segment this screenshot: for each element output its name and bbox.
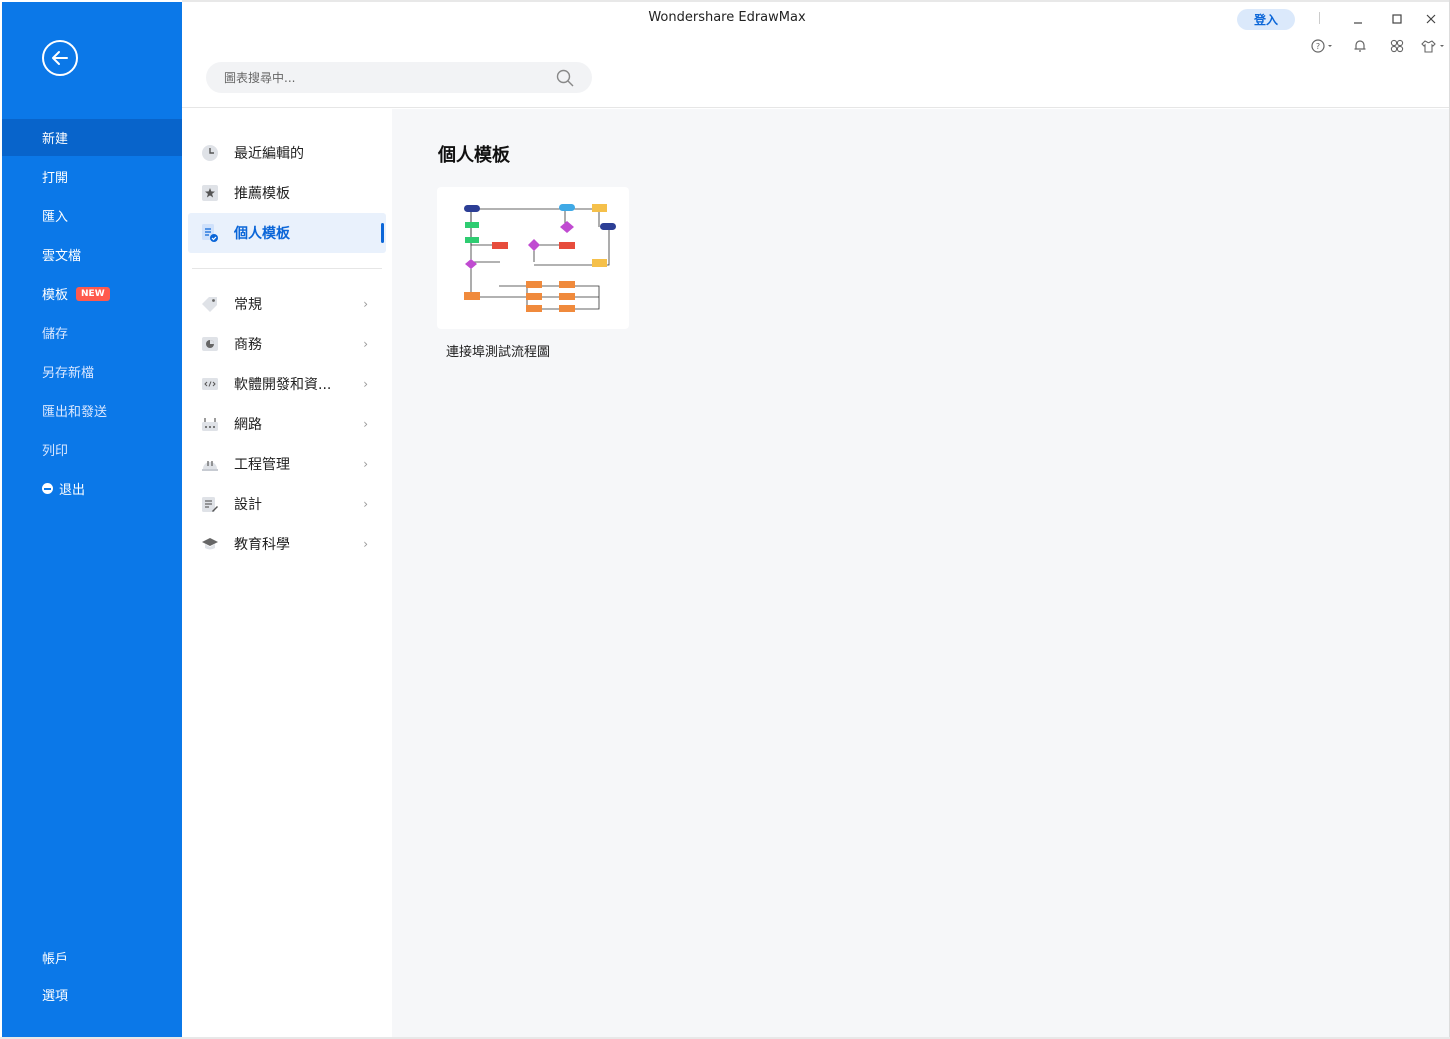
category-label: 個人模板 bbox=[234, 226, 290, 242]
category-label: 常規 bbox=[234, 297, 262, 313]
shirt-icon bbox=[1421, 40, 1444, 53]
category-recent[interactable]: 最近編輯的 bbox=[188, 133, 386, 173]
back-button[interactable] bbox=[42, 40, 78, 76]
arrow-left-icon bbox=[52, 51, 68, 65]
sidebar-item-import[interactable]: 匯入 bbox=[2, 197, 182, 234]
svg-text:?: ? bbox=[1316, 42, 1320, 51]
sidebar: 新建 打開 匯入 雲文檔 模板 NEW 儲存 另存新檔 匯出和發送 列印 退出 帳… bbox=[2, 2, 182, 1037]
chevron-right-icon: › bbox=[363, 457, 368, 471]
category-business[interactable]: 商務 › bbox=[188, 324, 386, 364]
sidebar-item-label: 退出 bbox=[59, 483, 86, 498]
sidebar-item-export[interactable]: 匯出和發送 bbox=[2, 392, 182, 429]
category-label: 工程管理 bbox=[234, 457, 290, 473]
code-icon bbox=[200, 374, 220, 394]
chevron-right-icon: › bbox=[363, 377, 368, 391]
sidebar-item-open[interactable]: 打開 bbox=[2, 158, 182, 195]
search-input[interactable] bbox=[224, 70, 544, 85]
notifications-button[interactable] bbox=[1348, 35, 1372, 57]
apps-icon bbox=[1390, 39, 1404, 53]
app-title: Wondershare EdrawMax bbox=[648, 10, 806, 25]
chevron-right-icon: › bbox=[363, 337, 368, 351]
maximize-icon bbox=[1392, 14, 1402, 24]
category-label: 設計 bbox=[234, 497, 262, 513]
category-label: 軟體開發和資... bbox=[234, 377, 332, 393]
sidebar-item-label: 另存新檔 bbox=[42, 366, 95, 381]
clock-icon bbox=[200, 143, 220, 163]
star-icon bbox=[200, 183, 220, 203]
category-software[interactable]: 軟體開發和資... › bbox=[188, 364, 386, 404]
close-icon bbox=[1426, 14, 1436, 24]
tag-icon bbox=[200, 294, 220, 314]
sidebar-item-label: 新建 bbox=[42, 132, 69, 147]
category-label: 最近編輯的 bbox=[234, 146, 304, 162]
login-button[interactable]: 登入 bbox=[1237, 9, 1295, 30]
help-button[interactable]: ? bbox=[1310, 35, 1334, 57]
sidebar-item-exit[interactable]: 退出 bbox=[2, 470, 182, 507]
sidebar-item-label: 選項 bbox=[42, 989, 69, 1004]
sidebar-item-print[interactable]: 列印 bbox=[2, 431, 182, 468]
graduation-cap-icon bbox=[200, 534, 220, 554]
category-personal[interactable]: 個人模板 bbox=[188, 213, 386, 253]
new-badge: NEW bbox=[76, 286, 110, 301]
category-label: 推薦模板 bbox=[234, 186, 290, 202]
category-label: 商務 bbox=[234, 337, 262, 353]
sidebar-item-label: 列印 bbox=[42, 444, 69, 459]
sidebar-item-save[interactable]: 儲存 bbox=[2, 314, 182, 351]
sidebar-item-cloud[interactable]: 雲文檔 bbox=[2, 236, 182, 273]
theme-button[interactable] bbox=[1418, 35, 1448, 57]
sidebar-item-account[interactable]: 帳戶 bbox=[2, 939, 182, 976]
chevron-right-icon: › bbox=[363, 417, 368, 431]
category-design[interactable]: 設計 › bbox=[188, 484, 386, 524]
sidebar-item-label: 雲文檔 bbox=[42, 249, 82, 264]
sidebar-item-label: 匯出和發送 bbox=[42, 405, 108, 420]
bell-icon bbox=[1354, 40, 1366, 52]
sidebar-item-options[interactable]: 選項 bbox=[2, 976, 182, 1013]
business-icon bbox=[200, 334, 220, 354]
design-icon bbox=[200, 494, 220, 514]
search-icon[interactable] bbox=[556, 69, 574, 87]
template-thumbnail bbox=[464, 204, 616, 312]
category-divider bbox=[192, 268, 382, 269]
minimize-icon bbox=[1354, 22, 1362, 24]
maximize-button[interactable] bbox=[1385, 8, 1409, 30]
category-panel: 最近編輯的 推薦模板 個人模板 常規 › 商務 › 軟體開發和資... › 網路… bbox=[182, 109, 392, 1037]
sidebar-item-label: 匯入 bbox=[42, 210, 69, 225]
close-button[interactable] bbox=[1419, 8, 1443, 30]
personal-template-icon bbox=[200, 223, 220, 243]
sidebar-item-label: 模板 bbox=[42, 288, 69, 303]
helmet-icon bbox=[200, 454, 220, 474]
exit-icon bbox=[42, 483, 53, 494]
apps-button[interactable] bbox=[1385, 35, 1409, 57]
divider bbox=[1319, 12, 1320, 24]
category-label: 教育科學 bbox=[234, 537, 290, 553]
category-label: 網路 bbox=[234, 417, 262, 433]
sidebar-item-label: 儲存 bbox=[42, 327, 69, 342]
minimize-button[interactable] bbox=[1346, 8, 1370, 30]
sidebar-item-label: 打開 bbox=[42, 171, 69, 186]
sidebar-item-new[interactable]: 新建 bbox=[2, 119, 182, 156]
sidebar-item-templates[interactable]: 模板 NEW bbox=[2, 275, 182, 312]
sidebar-item-save-as[interactable]: 另存新檔 bbox=[2, 353, 182, 390]
network-icon bbox=[200, 414, 220, 434]
category-education[interactable]: 教育科學 › bbox=[188, 524, 386, 564]
category-recommended[interactable]: 推薦模板 bbox=[188, 173, 386, 213]
category-engineering[interactable]: 工程管理 › bbox=[188, 444, 386, 484]
chevron-right-icon: › bbox=[363, 497, 368, 511]
template-card[interactable] bbox=[437, 187, 629, 329]
help-icon: ? bbox=[1311, 39, 1332, 53]
category-network[interactable]: 網路 › bbox=[188, 404, 386, 444]
search-bar bbox=[206, 62, 592, 93]
template-name[interactable]: 連接埠測試流程圖 bbox=[446, 341, 550, 360]
sidebar-item-label: 帳戶 bbox=[42, 952, 69, 967]
template-gallery: 個人模板 連接埠測試流程圖 bbox=[392, 109, 1449, 1037]
chevron-right-icon: › bbox=[363, 537, 368, 551]
section-title: 個人模板 bbox=[438, 145, 510, 166]
top-bar: Wondershare EdrawMax 登入 ? bbox=[182, 0, 1450, 108]
chevron-right-icon: › bbox=[363, 297, 368, 311]
category-general[interactable]: 常規 › bbox=[188, 284, 386, 324]
